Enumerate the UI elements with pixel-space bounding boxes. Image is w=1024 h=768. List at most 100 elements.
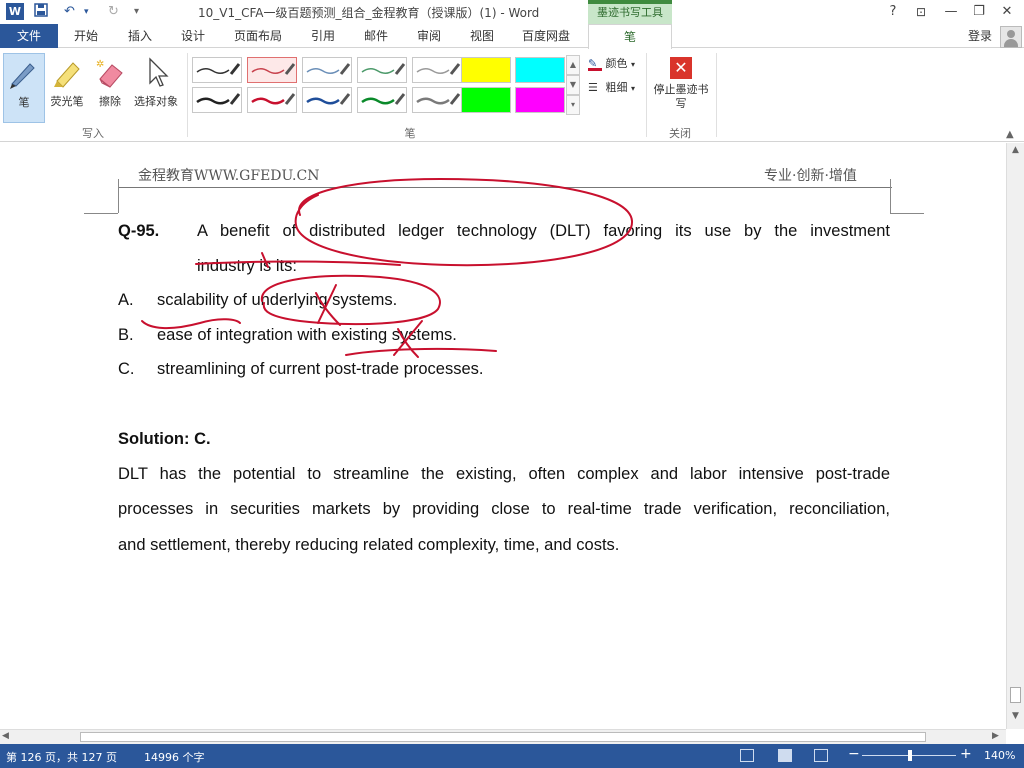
minimize-button[interactable]: — (940, 2, 962, 22)
highlighter-swatch[interactable] (515, 57, 565, 83)
ribbon-display-options-button[interactable]: ⊡ (910, 2, 932, 22)
pen-swatch[interactable] (357, 87, 407, 113)
pen-swatch[interactable] (357, 57, 407, 83)
zoom-level[interactable]: 140% (984, 749, 1015, 762)
word-app-icon[interactable]: W (6, 3, 24, 20)
web-layout-icon[interactable] (814, 749, 828, 762)
option-letter: B. (118, 326, 134, 344)
highlighter-swatch[interactable] (461, 57, 511, 83)
eraser-tool-button[interactable]: ✲ 擦除 (90, 53, 130, 123)
question-number: Q-95. (118, 222, 160, 240)
pen-swatch[interactable] (412, 57, 462, 83)
gallery-scroll-down-button[interactable]: ▼ (566, 75, 580, 95)
pen-color-label: 颜色 (605, 57, 628, 70)
vertical-scrollbar[interactable]: ▲ ▼ (1006, 143, 1024, 729)
pen-swatch[interactable] (192, 87, 242, 113)
tab-baidu-netdisk[interactable]: 百度网盘 (522, 24, 570, 48)
pen-stroke-icon (196, 63, 241, 75)
redo-icon[interactable]: ↻ (108, 3, 119, 21)
crop-mark (84, 213, 118, 214)
ink-underline-existing (345, 347, 497, 356)
document-page[interactable]: 金程教育WWW.GFEDU.CN 专业·创新·增值 Q-95. A benefi… (0, 143, 1006, 729)
close-group-label: 关闭 (669, 127, 691, 140)
collapse-ribbon-icon[interactable]: ▲ (1006, 129, 1014, 140)
print-layout-icon[interactable] (778, 749, 792, 762)
pen-stroke-icon (251, 63, 296, 75)
tab-home[interactable]: 开始 (74, 24, 98, 48)
highlighter-tool-button[interactable]: 荧光笔 (46, 53, 88, 123)
zoom-out-button[interactable]: − (848, 746, 860, 762)
undo-dropdown-icon[interactable]: ▾ (84, 3, 89, 21)
tab-mailings[interactable]: 邮件 (364, 24, 388, 48)
highlighter-swatch[interactable] (461, 87, 511, 113)
page-header-right: 专业·创新·增值 (764, 168, 857, 184)
pen-stroke-icon (361, 63, 406, 75)
word-count-status[interactable]: 14996 个字 (144, 749, 205, 765)
eraser-icon: ✲ (96, 59, 123, 88)
highlighter-swatch[interactable] (515, 87, 565, 113)
tab-review[interactable]: 审阅 (417, 24, 441, 48)
crop-mark (118, 179, 119, 213)
undo-icon[interactable]: ↶ (64, 3, 75, 21)
tab-view[interactable]: 视图 (470, 24, 494, 48)
page-count-status[interactable]: 第 126 页，共 127 页 (6, 749, 117, 765)
zoom-slider-thumb[interactable] (908, 750, 912, 761)
group-divider (646, 53, 647, 137)
pen-color-button[interactable]: ✎ 颜色 ▾ (588, 55, 635, 71)
scroll-left-icon[interactable]: ◀ (2, 731, 9, 741)
question-text-line: A benefit of distributed ledger technolo… (197, 222, 890, 240)
pen-swatch[interactable] (302, 57, 352, 83)
page-header-left: 金程教育WWW.GFEDU.CN (138, 168, 320, 184)
chevron-down-icon: ▾ (631, 60, 636, 69)
pen-stroke-icon (251, 93, 296, 105)
option-text: scalability of underlying systems. (157, 291, 398, 309)
restore-button[interactable]: ❐ (968, 2, 990, 22)
gallery-scroll-up-button[interactable]: ▲ (566, 55, 580, 75)
solution-text-line: DLT has the potential to streamline the … (118, 465, 890, 483)
pen-weight-button[interactable]: ☰ 粗细 ▾ (588, 79, 635, 95)
tab-page-layout[interactable]: 页面布局 (234, 24, 282, 48)
help-button[interactable]: ? (882, 2, 904, 22)
vertical-scroll-thumb[interactable] (1010, 687, 1021, 703)
customize-quick-access-icon[interactable]: ▾ (134, 3, 139, 21)
close-button[interactable]: ✕ (996, 2, 1018, 22)
tab-design[interactable]: 设计 (181, 24, 205, 48)
horizontal-scrollbar[interactable]: ◀ ▶ (0, 729, 1006, 744)
account-avatar[interactable] (1000, 26, 1022, 48)
highlighter-tool-label: 荧光笔 (50, 95, 84, 108)
svg-text:✲: ✲ (96, 59, 104, 70)
option-text: ease of integration with existing system… (157, 326, 457, 344)
select-objects-tool-button[interactable]: 选择对象 (130, 53, 182, 123)
tab-insert[interactable]: 插入 (128, 24, 152, 48)
pens-group-label: 笔 (404, 127, 416, 140)
ribbon-tabs: 文件 开始 插入 设计 页面布局 引用 邮件 审阅 视图 百度网盘 笔 登录 (0, 24, 1024, 49)
pen-tool-button[interactable]: 笔 (3, 53, 45, 123)
pen-swatch[interactable] (247, 57, 297, 83)
pen-swatch[interactable] (192, 57, 242, 83)
eraser-tool-label: 擦除 (99, 95, 121, 108)
scroll-up-icon[interactable]: ▲ (1008, 145, 1023, 159)
stop-inking-label: 停止墨迹书写 (653, 83, 709, 110)
pen-swatch[interactable] (412, 87, 462, 113)
pen-tool-label: 笔 (18, 96, 30, 109)
gallery-more-button[interactable]: ▾ (566, 95, 580, 115)
tab-references[interactable]: 引用 (311, 24, 335, 48)
pen-swatch[interactable] (302, 87, 352, 113)
tab-file[interactable]: 文件 (0, 24, 58, 48)
scroll-right-icon[interactable]: ▶ (992, 731, 999, 741)
stop-inking-button[interactable]: ✕ 停止墨迹书写 (652, 55, 710, 119)
pen-swatch[interactable] (247, 87, 297, 113)
write-group-label: 写入 (82, 127, 104, 140)
option-letter: C. (118, 360, 135, 378)
sign-in-link[interactable]: 登录 (968, 27, 992, 44)
crop-mark (890, 213, 924, 214)
zoom-in-button[interactable]: + (960, 746, 972, 762)
tab-pen[interactable]: 笔 (588, 24, 672, 49)
read-mode-icon[interactable] (740, 749, 754, 762)
pen-stroke-icon (361, 93, 406, 105)
solution-text-line: and settlement, thereby reducing related… (118, 536, 620, 554)
horizontal-scroll-thumb[interactable] (80, 732, 926, 742)
save-icon[interactable] (34, 3, 48, 21)
pen-stroke-icon (416, 93, 461, 105)
scroll-down-icon[interactable]: ▼ (1008, 711, 1023, 725)
